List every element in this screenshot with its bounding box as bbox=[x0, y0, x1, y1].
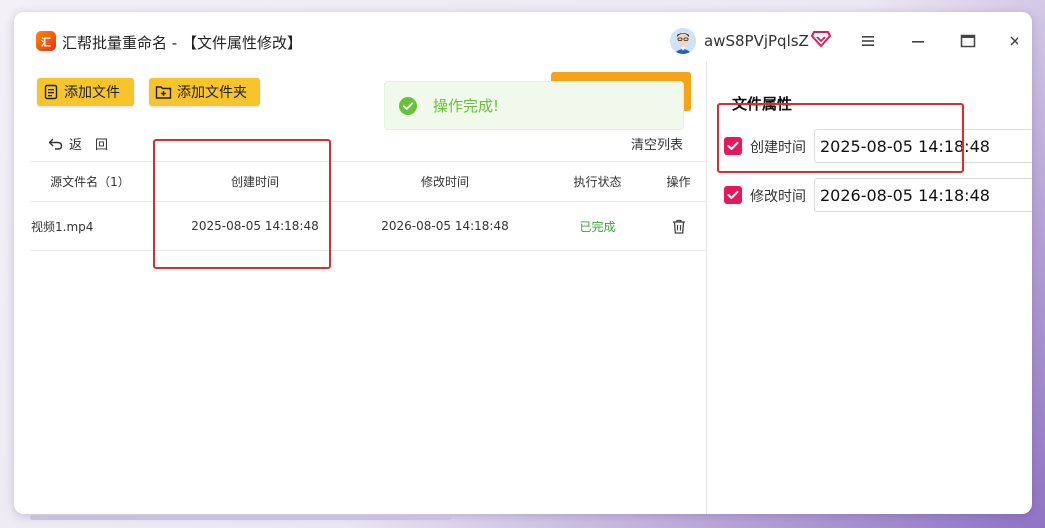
created-time-label: 创建时间 bbox=[750, 140, 806, 156]
checkmark-icon bbox=[727, 190, 739, 199]
success-toast: 操作完成! bbox=[384, 81, 684, 130]
file-properties-title: 文件属性 bbox=[732, 95, 793, 113]
minimize-icon[interactable] bbox=[909, 32, 927, 50]
row-delete-button[interactable] bbox=[650, 202, 707, 250]
header-source-name: 源文件名（1） bbox=[50, 175, 130, 189]
app-logo-text: 汇 bbox=[41, 37, 51, 49]
add-file-button[interactable]: 添加文件 bbox=[37, 78, 134, 106]
modified-time-label: 修改时间 bbox=[750, 189, 806, 205]
file-table: 源文件名（1） 创建时间 修改时间 执行状态 操作 视频1.mp4 2025-0… bbox=[30, 161, 707, 251]
trash-icon[interactable] bbox=[672, 219, 686, 234]
undo-arrow-icon bbox=[48, 138, 63, 150]
row-file-name: 视频1.mp4 bbox=[31, 219, 94, 234]
row-modified-time: 2026-08-05 14:18:48 bbox=[381, 219, 509, 233]
app-window: 汇 汇帮批量重命名 - 【文件属性修改】 awS8PVjPqlsZ 添加文件 添… bbox=[14, 12, 1032, 514]
folder-add-icon bbox=[155, 86, 172, 99]
panel-divider bbox=[706, 62, 707, 514]
horizontal-scrollbar[interactable] bbox=[30, 515, 452, 520]
checkmark-icon bbox=[727, 141, 739, 150]
modified-time-row: 修改时间 bbox=[724, 178, 1032, 212]
title-bar: 汇 汇帮批量重命名 - 【文件属性修改】 awS8PVjPqlsZ bbox=[14, 12, 1032, 62]
clear-list-button[interactable]: 清空列表 bbox=[631, 134, 683, 153]
toast-message: 操作完成! bbox=[433, 97, 500, 115]
header-created-time: 创建时间 bbox=[230, 175, 279, 189]
add-folder-label: 添加文件夹 bbox=[177, 85, 247, 101]
table-header: 源文件名（1） 创建时间 修改时间 执行状态 操作 bbox=[30, 161, 707, 201]
check-circle-icon bbox=[399, 96, 417, 115]
created-time-checkbox[interactable] bbox=[724, 137, 742, 155]
add-file-label: 添加文件 bbox=[64, 85, 120, 101]
close-icon[interactable] bbox=[1008, 32, 1018, 50]
header-modified-time: 修改时间 bbox=[420, 175, 469, 189]
modified-time-checkbox[interactable] bbox=[724, 186, 742, 204]
add-folder-button[interactable]: 添加文件夹 bbox=[149, 78, 260, 106]
header-status: 执行状态 bbox=[573, 175, 622, 189]
back-button[interactable]: 返 回 bbox=[48, 134, 108, 153]
created-time-row: 创建时间 bbox=[724, 129, 1032, 163]
menu-icon[interactable] bbox=[859, 32, 877, 50]
back-label: 返 回 bbox=[69, 138, 109, 153]
app-logo-icon: 汇 bbox=[36, 31, 56, 51]
maximize-icon[interactable] bbox=[959, 32, 977, 50]
avatar[interactable] bbox=[670, 28, 696, 54]
file-list-icon bbox=[44, 84, 58, 100]
table-row[interactable]: 视频1.mp4 2025-08-05 14:18:48 2026-08-05 1… bbox=[30, 201, 707, 251]
row-created-time: 2025-08-05 14:18:48 bbox=[191, 219, 319, 233]
window-title: 汇帮批量重命名 - 【文件属性修改】 bbox=[62, 34, 302, 52]
row-status: 已完成 bbox=[579, 219, 616, 234]
modified-time-input[interactable] bbox=[814, 178, 1032, 212]
vip-diamond-icon[interactable] bbox=[811, 30, 831, 48]
created-time-input[interactable] bbox=[814, 129, 1032, 163]
header-action: 操作 bbox=[666, 175, 691, 189]
username[interactable]: awS8PVjPqlsZ bbox=[704, 32, 809, 50]
